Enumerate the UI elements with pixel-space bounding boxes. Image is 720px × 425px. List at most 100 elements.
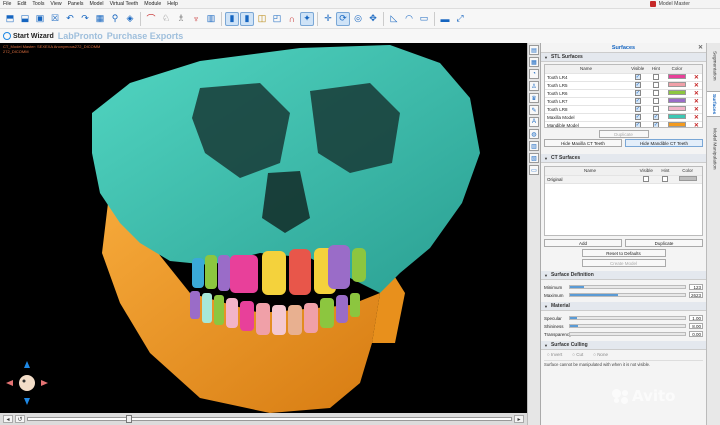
stl-row-hint-checkbox[interactable] (652, 73, 659, 80)
close-file-icon[interactable]: ☒ (48, 12, 62, 26)
move-icon[interactable]: ✥ (366, 12, 380, 26)
hide-maxilla-ct-teeth-button[interactable]: Hide Maxilla CT Teeth (544, 139, 622, 147)
minimum-value[interactable]: 123 (689, 284, 703, 290)
expand-icon[interactable]: ⤢ (453, 12, 467, 26)
layers-tool-icon[interactable]: ▥ (529, 141, 539, 151)
stl-row-color-swatch[interactable] (668, 114, 687, 119)
drill-tool-icon[interactable]: ✎ (529, 105, 539, 115)
delete-icon[interactable]: ✕ (694, 99, 699, 105)
reset-view-icon[interactable]: ◎ (351, 12, 365, 26)
crown-tool-icon[interactable]: ♛ (529, 93, 539, 103)
purchase-exports-link[interactable]: Purchase Exports (107, 31, 184, 41)
surface-culling-header[interactable]: ▼ Surface Culling (541, 341, 706, 350)
slice-next-button[interactable]: ▸ (514, 415, 524, 423)
scan-tool-icon[interactable]: ◍ (529, 129, 539, 139)
orientation-widget[interactable] (6, 361, 48, 405)
stl-row-visible-checkbox[interactable]: ✓ (634, 114, 641, 120)
tab-model-manipulation[interactable]: Model Manipulation (707, 123, 720, 175)
create-model-button[interactable]: Create Model (581, 259, 666, 267)
specular-value[interactable]: 1.00 (689, 315, 703, 321)
tooth-tool-icon[interactable]: ♙ (529, 81, 539, 91)
screen-icon[interactable]: ▬ (438, 12, 452, 26)
teeth-icon[interactable]: ♘ (159, 12, 173, 26)
stl-surfaces-header[interactable]: ▼ STL Surfaces (541, 53, 706, 62)
table-row[interactable]: Tooth LR6 ✓ ✕ (545, 89, 702, 98)
3d-viewport[interactable]: CT_Model Master: SEXEXA Anonymous272_DIC… (0, 43, 527, 413)
text-tool-icon[interactable]: A (529, 117, 539, 127)
menu-edit[interactable]: Edit (14, 1, 29, 7)
table-row[interactable]: Tooth LR5 ✓ ✕ (545, 81, 702, 90)
table-row[interactable]: Mandible Model ✓ ✓ ✕ (545, 121, 702, 127)
slice-slider-thumb[interactable] (126, 415, 132, 423)
labpronto-link[interactable]: LabPronto (58, 31, 103, 41)
jaw-tool-icon[interactable]: ◔ (529, 69, 539, 79)
rotate-select-icon[interactable]: ✦ (300, 11, 314, 26)
stl-row-visible-checkbox[interactable]: ✓ (634, 74, 641, 80)
ruler-icon[interactable]: ◺ (387, 12, 401, 26)
implant-icon[interactable]: ♆ (189, 12, 203, 26)
magnet-icon[interactable]: ∩ (285, 12, 299, 26)
menu-model[interactable]: Model (86, 1, 106, 7)
tooth-icon[interactable]: ♗ (174, 12, 188, 26)
tooth-select-icon[interactable]: ◈ (123, 12, 137, 26)
tab-segmentation[interactable]: Segmentation (707, 47, 720, 85)
view-left-icon[interactable]: ▮ (225, 11, 239, 26)
delete-icon[interactable]: ✕ (694, 91, 699, 97)
menu-tools[interactable]: Tools (29, 1, 47, 7)
ct-row-visible-checkbox[interactable] (643, 175, 650, 182)
angle-icon[interactable]: ◠ (402, 12, 416, 26)
menu-help[interactable]: Help (164, 1, 181, 7)
stl-row-visible-checkbox[interactable]: ✓ (634, 98, 641, 104)
box-icon[interactable]: ◰ (270, 12, 284, 26)
import-icon[interactable]: ⬒ (3, 12, 17, 26)
stl-row-hint-checkbox[interactable] (652, 89, 659, 96)
hide-mandible-ct-teeth-button[interactable]: Hide Mandible CT Teeth (625, 139, 703, 147)
surface-definition-header[interactable]: ▼ Surface Definition (541, 271, 706, 280)
stl-row-hint-checkbox[interactable] (652, 105, 659, 112)
minimum-slider[interactable] (569, 285, 686, 289)
stl-row-color-swatch[interactable] (668, 74, 687, 79)
measure-icon[interactable]: ▥ (204, 12, 218, 26)
stl-row-hint-checkbox[interactable] (652, 97, 659, 104)
stl-row-color-swatch[interactable] (668, 122, 687, 127)
culling-cut-option[interactable]: ○ Cut (572, 352, 583, 357)
menu-view[interactable]: View (47, 1, 64, 7)
maximum-slider[interactable] (569, 293, 686, 297)
stl-row-visible-checkbox[interactable]: ✓ (634, 122, 641, 127)
stl-row-hint-checkbox[interactable] (652, 81, 659, 88)
menu-file[interactable]: File (0, 1, 14, 7)
material-header[interactable]: ▼ Material (541, 302, 706, 311)
stl-row-color-swatch[interactable] (668, 82, 687, 87)
arch-icon[interactable]: ⌒ (144, 12, 158, 26)
delete-icon[interactable]: ✕ (694, 75, 699, 81)
menu-module[interactable]: Module (141, 1, 164, 7)
culling-invert-option[interactable]: ○ Invert (547, 352, 562, 357)
transparency-value[interactable]: 0.00 (689, 331, 703, 337)
table-row[interactable]: Tooth LR4 ✓ ✕ (545, 73, 702, 82)
table-row[interactable]: Tooth LR7 ✓ ✕ (545, 97, 702, 106)
stl-row-visible-checkbox[interactable]: ✓ (634, 106, 641, 112)
zoom-icon[interactable]: ⚲ (108, 12, 122, 26)
mesh-tool-icon[interactable]: ▦ (529, 57, 539, 67)
stl-row-visible-checkbox[interactable]: ✓ (634, 90, 641, 96)
slice-play-button[interactable]: ↺ (15, 415, 25, 423)
rotate-icon[interactable]: ⟳ (336, 11, 350, 26)
ct-surfaces-header[interactable]: ▼ CT Surfaces (541, 154, 706, 163)
export-icon[interactable]: ⬓ (18, 12, 32, 26)
undo-icon[interactable]: ↶ (63, 12, 77, 26)
table-row[interactable]: Tooth LR8 ✓ ✕ (545, 105, 702, 114)
stl-row-color-swatch[interactable] (668, 98, 687, 103)
maximum-value[interactable]: 2623 (689, 292, 703, 298)
close-icon[interactable]: ✕ (698, 44, 703, 51)
delete-icon[interactable]: ✕ (694, 83, 699, 89)
table-row[interactable]: Maxilla Model ✓ ✓ ✕ (545, 113, 702, 122)
stl-row-visible-checkbox[interactable]: ✓ (634, 82, 641, 88)
snapshot-icon[interactable]: ▭ (417, 12, 431, 26)
slice-prev-button[interactable]: ◂ (3, 415, 13, 423)
save-icon[interactable]: ▣ (33, 12, 47, 26)
cylinder-icon[interactable]: ◫ (255, 12, 269, 26)
menu-panels[interactable]: Panels (65, 1, 87, 7)
stl-row-hint-checkbox[interactable]: ✓ (652, 114, 659, 120)
culling-none-option[interactable]: ○ None (593, 352, 608, 357)
stl-row-color-swatch[interactable] (668, 90, 687, 95)
